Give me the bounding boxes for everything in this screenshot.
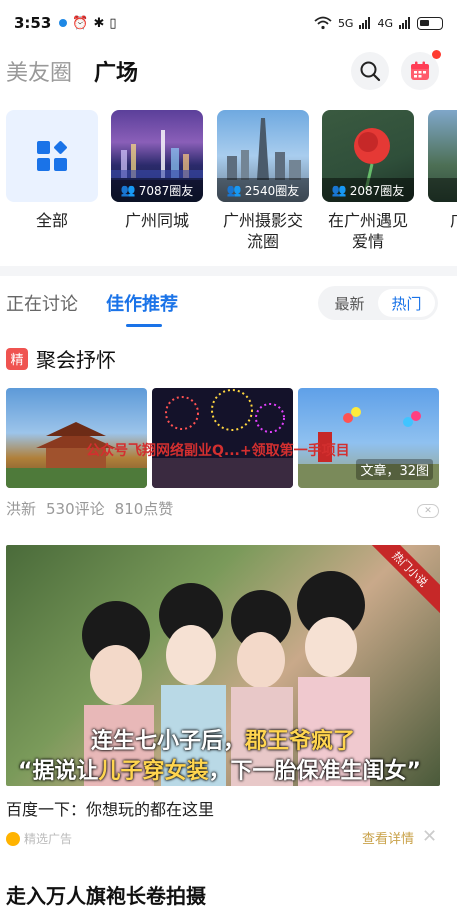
header: 美友圈 广场 bbox=[0, 48, 457, 94]
dismiss-icon[interactable]: ✕ bbox=[417, 504, 439, 518]
members-icon: 👥 bbox=[226, 183, 242, 197]
post-likes: 810点赞 bbox=[114, 500, 174, 518]
post-image-balloons[interactable]: 文章，32图 bbox=[298, 388, 439, 488]
circle-label: 广州诗 bbox=[428, 210, 457, 231]
ad-caption-line1: 连生七小子后，郡王爷疯了 bbox=[91, 729, 356, 754]
post-images[interactable]: 文章，32图 bbox=[6, 388, 440, 488]
signal-icon-2 bbox=[399, 17, 410, 29]
post-meta: 洪新 530评论 810点赞 bbox=[6, 498, 173, 519]
ad-source: 精选广告 bbox=[6, 830, 72, 847]
circle-item-photography[interactable]: 👥 2540圈友 广州摄影交流圈 bbox=[217, 110, 309, 252]
ad-text[interactable]: 百度一下：你想玩的都在这里 bbox=[6, 796, 214, 820]
circle-thumb bbox=[6, 110, 98, 202]
tab-square[interactable]: 广场 bbox=[94, 55, 138, 87]
status-time: 3:53 bbox=[14, 14, 52, 32]
status-bar: 3:53 ⏰ ✱ ▯ 5G 4G bbox=[0, 0, 457, 46]
search-button[interactable] bbox=[351, 52, 389, 90]
status-icons: ⏰ ✱ ▯ bbox=[59, 15, 117, 31]
circle-item-love[interactable]: 👥 2087圈友 在广州遇见爱情 bbox=[322, 110, 414, 252]
circle-label: 广州摄影交流圈 bbox=[222, 211, 303, 251]
ad-caption-line2: “据说让儿子穿女装，下一胎保准生闺女” bbox=[18, 759, 421, 784]
post-comments: 530评论 bbox=[46, 500, 105, 518]
active-tab-indicator bbox=[126, 324, 162, 327]
grid-apps-icon bbox=[37, 141, 67, 171]
circle-label: 广州同城 bbox=[124, 211, 189, 230]
watermark-text: 公众号飞翔网络副业Q...+领取第一手项目 bbox=[86, 443, 350, 459]
status-right: 5G 4G bbox=[314, 16, 443, 30]
notification-badge bbox=[432, 50, 441, 59]
temple-image bbox=[6, 422, 147, 488]
signal-4g: 4G bbox=[377, 16, 393, 30]
sort-latest[interactable]: 最新 bbox=[321, 289, 378, 317]
circle-thumb: 👥 2087圈友 bbox=[322, 110, 414, 202]
wifi-icon bbox=[314, 16, 332, 30]
alarm-icon: ⏰ bbox=[72, 15, 89, 31]
sub-tabs: 正在讨论 佳作推荐 最新 热门 bbox=[0, 282, 457, 327]
circle-item-poetry[interactable]: 👥 广州诗 bbox=[428, 110, 457, 231]
ad-detail-link[interactable]: 查看详情 bbox=[362, 828, 414, 847]
post-image-temple[interactable] bbox=[6, 388, 147, 488]
bluetooth-icon: ✱ bbox=[93, 15, 105, 31]
sort-toggle: 最新 热门 bbox=[318, 286, 438, 320]
circle-thumb: 👥 7087圈友 bbox=[111, 110, 203, 202]
circle-label: 全部 bbox=[35, 211, 68, 230]
circle-thumb: 👥 2540圈友 bbox=[217, 110, 309, 202]
section-divider bbox=[0, 266, 457, 276]
ad-source-logo-icon bbox=[6, 831, 20, 846]
calendar-button[interactable] bbox=[401, 50, 441, 90]
sort-hot[interactable]: 热门 bbox=[378, 289, 435, 317]
tab-discussing[interactable]: 正在讨论 bbox=[6, 290, 78, 316]
circle-label: 在广州遇见爱情 bbox=[327, 211, 408, 251]
calendar-icon bbox=[411, 61, 429, 80]
battery-icon bbox=[417, 16, 443, 30]
post-author[interactable]: 洪新 bbox=[6, 498, 36, 519]
circles-row: 全部 👥 7087圈友 广州同城 👥 2540圈友 广州摄影交流圈 👥 2087… bbox=[0, 110, 457, 260]
member-count: 👥 2540圈友 bbox=[217, 178, 309, 202]
tab-featured[interactable]: 佳作推荐 bbox=[106, 290, 178, 316]
fireworks-image bbox=[152, 389, 293, 488]
members-icon: 👥 bbox=[331, 183, 347, 197]
ad-image[interactable]: 热门小说 连生七小子后，郡王爷疯了 “据说让儿子穿女装，下一胎保准生闺女” bbox=[6, 545, 440, 786]
close-icon[interactable]: ✕ bbox=[422, 826, 437, 847]
notification-dot-icon bbox=[59, 19, 68, 27]
featured-badge: 精 bbox=[6, 347, 28, 370]
signal-5g: 5G bbox=[337, 16, 354, 30]
post-image-fireworks[interactable] bbox=[152, 388, 293, 488]
vibrate-icon: ▯ bbox=[109, 15, 117, 31]
circle-thumb: 👥 bbox=[428, 110, 457, 202]
member-count: 👥 bbox=[428, 178, 457, 202]
search-icon bbox=[360, 61, 381, 82]
tab-friends-circle[interactable]: 美友圈 bbox=[6, 55, 72, 87]
signal-icon bbox=[359, 17, 371, 29]
member-count: 👥 2087圈友 bbox=[322, 178, 414, 202]
circle-item-guangzhou[interactable]: 👥 7087圈友 广州同城 bbox=[111, 110, 203, 231]
image-count: 文章，32图 bbox=[356, 459, 433, 480]
post-title-row[interactable]: 精 聚会抒怀 bbox=[6, 344, 116, 373]
next-post-title[interactable]: 走入万人旗袍长卷拍摄 bbox=[6, 880, 206, 906]
circle-item-all[interactable]: 全部 bbox=[6, 110, 98, 231]
post-title[interactable]: 聚会抒怀 bbox=[36, 344, 116, 373]
member-count: 👥 7087圈友 bbox=[111, 178, 203, 202]
members-icon: 👥 bbox=[120, 183, 136, 197]
